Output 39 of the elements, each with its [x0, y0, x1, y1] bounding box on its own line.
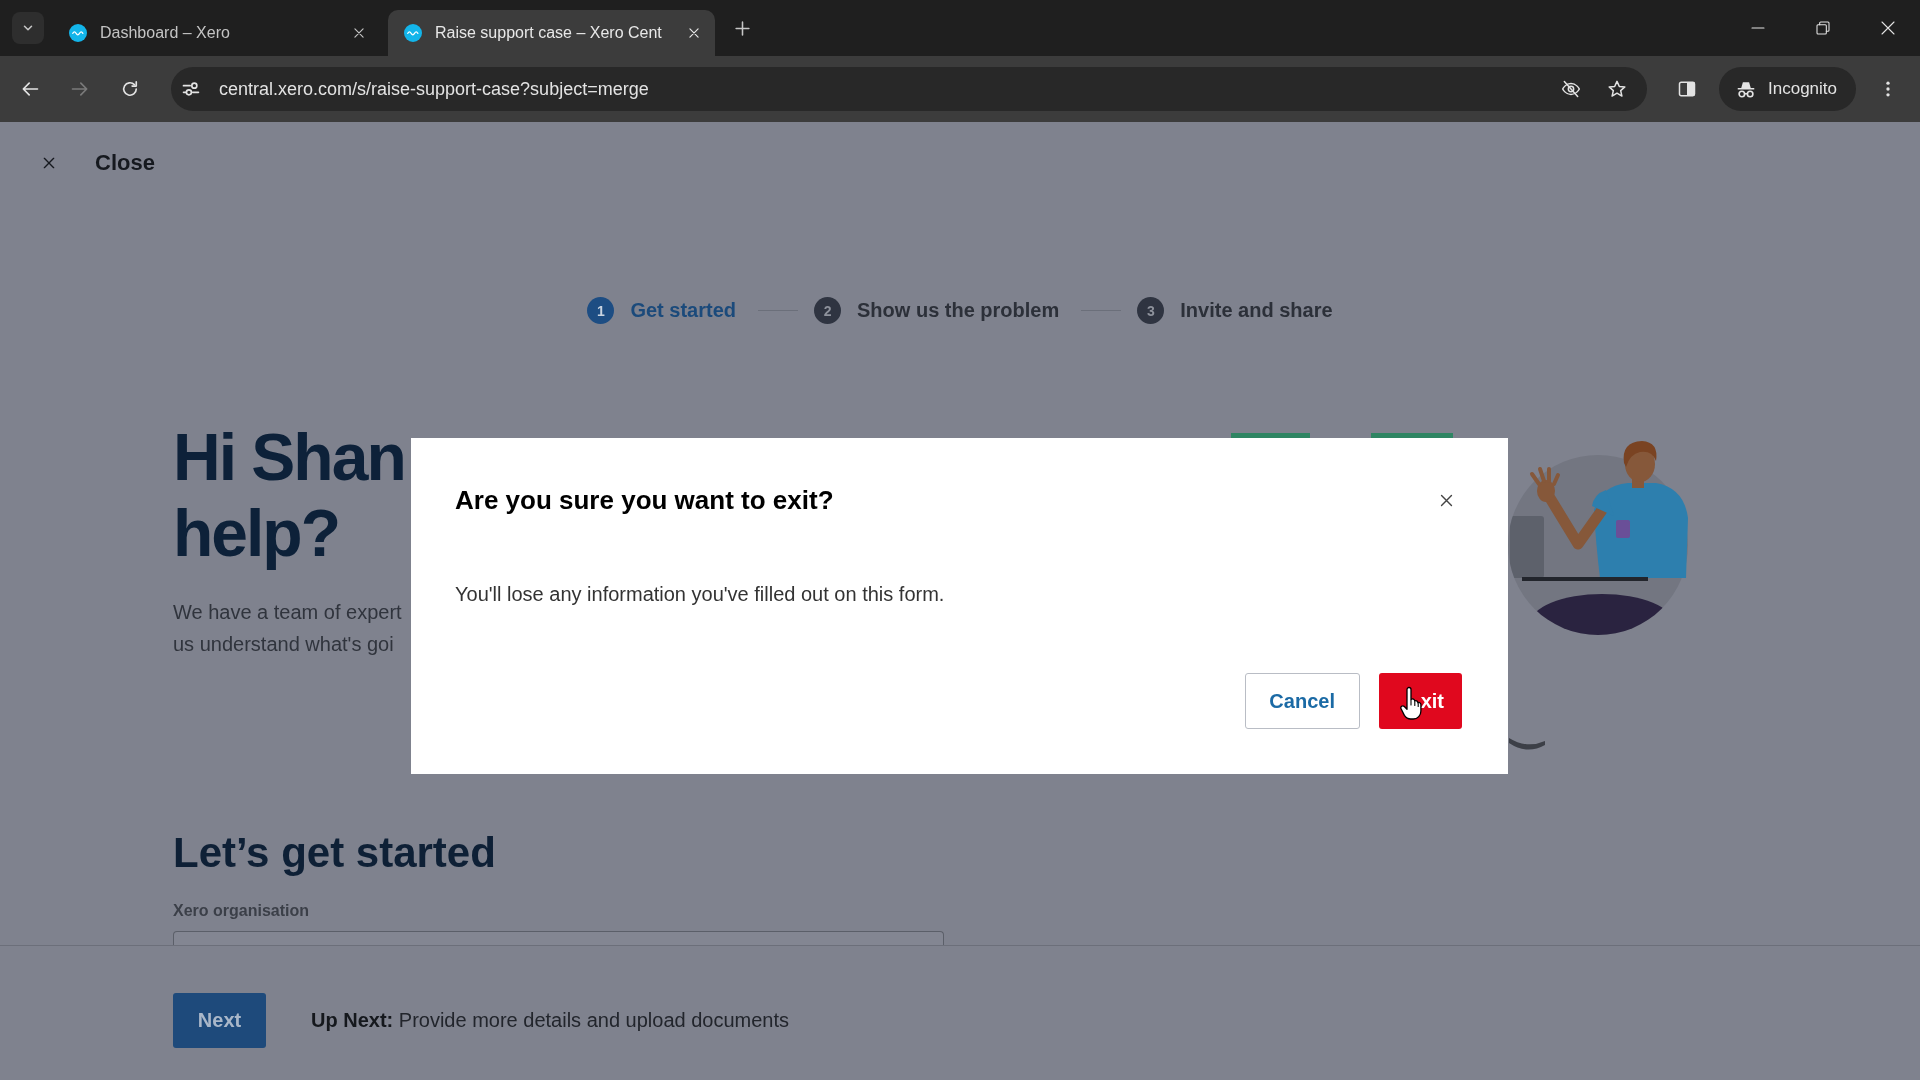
- incognito-button[interactable]: Incognito: [1719, 67, 1856, 111]
- tab-search-button[interactable]: [12, 12, 44, 44]
- next-button[interactable]: Next: [173, 993, 266, 1048]
- step-label: Invite and share: [1180, 298, 1333, 323]
- dialog-message: You'll lose any information you've filled out on this form.: [455, 582, 945, 607]
- browser-tab[interactable]: Dashboard – Xero: [53, 10, 380, 56]
- field-label: Xero organisation: [173, 901, 310, 921]
- close-icon[interactable]: [687, 26, 701, 40]
- organisation-input-field[interactable]: [173, 931, 944, 945]
- close-icon[interactable]: [352, 26, 366, 40]
- side-panel-icon[interactable]: [1677, 79, 1697, 99]
- shadow-drawing: [1509, 735, 1545, 751]
- cancel-button[interactable]: Cancel: [1244, 673, 1360, 729]
- greeting-heading: Hi Shan help?: [173, 419, 405, 571]
- up-next-text: Up Next: Provide more details and upload documents: [311, 1008, 790, 1033]
- close-button[interactable]: Close: [41, 150, 155, 176]
- back-icon[interactable]: [20, 79, 40, 99]
- intro-text: We have a team of expert us understand what's goi: [173, 600, 402, 657]
- step-number: 3: [1137, 297, 1165, 324]
- plus-icon[interactable]: [734, 19, 751, 37]
- reload-icon[interactable]: [120, 79, 140, 99]
- step-number: 2: [814, 297, 842, 324]
- step-number: 1: [587, 297, 615, 324]
- favicon-icon: [404, 24, 422, 42]
- confirm-button[interactable]: xit: [1378, 673, 1462, 729]
- eye-slash-icon[interactable]: [1561, 79, 1581, 99]
- star-icon[interactable]: [1607, 79, 1627, 99]
- dialog-title: Are you sure you want to exit?: [455, 484, 834, 516]
- close-icon: [41, 155, 57, 171]
- restore-icon[interactable]: [1815, 20, 1831, 36]
- step-label: Get started: [630, 298, 737, 323]
- address-bar[interactable]: central.xero.com/s/raise-support-case?subject=merge: [171, 67, 1647, 111]
- site-settings-icon[interactable]: [181, 79, 201, 99]
- section-heading: Let’s get started: [173, 828, 496, 878]
- favicon-icon: [69, 24, 87, 42]
- step-label: Show us the problem: [857, 298, 1060, 323]
- hand-cursor-icon: [1400, 686, 1422, 720]
- browser-tab[interactable]: Raise support case – Xero Cent: [388, 10, 715, 56]
- close-icon[interactable]: [1880, 20, 1896, 36]
